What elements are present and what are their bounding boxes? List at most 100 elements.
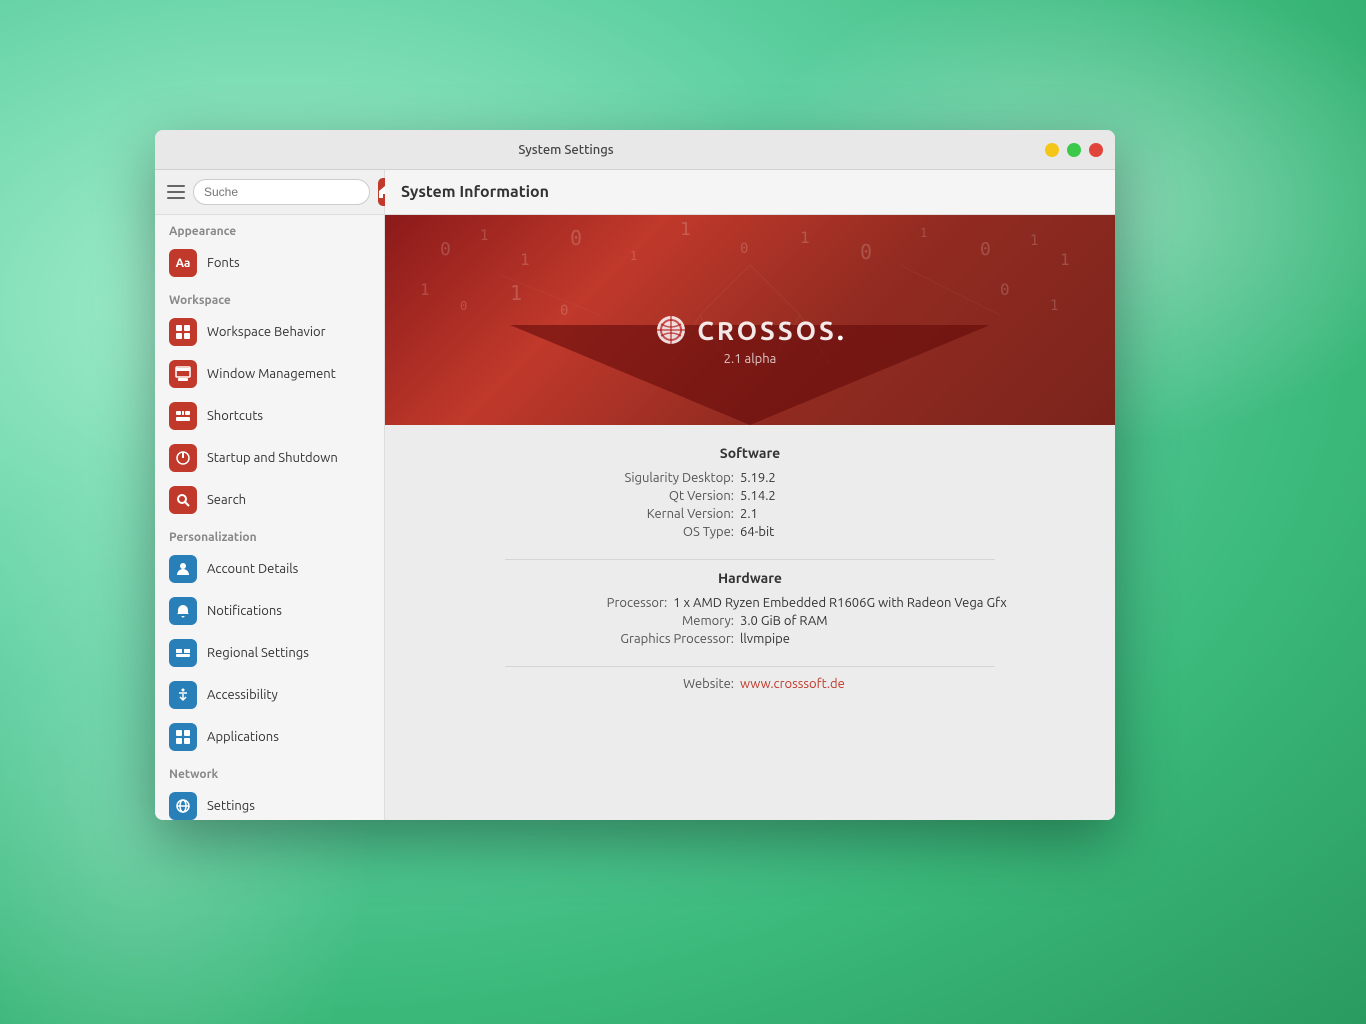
sidebar-item-account-details[interactable]: Account Details xyxy=(155,548,384,590)
software-value-1: 5.14.2 xyxy=(740,489,940,503)
website-label: Website: xyxy=(560,677,740,691)
section-label-appearance: Appearance xyxy=(155,215,384,242)
window-management-icon xyxy=(169,360,197,388)
main-content: Appearance Aa Fonts Workspace xyxy=(155,215,1115,820)
software-row-0: Sigularity Desktop: 5.19.2 xyxy=(445,471,1055,485)
sidebar-item-label-workspace-behavior: Workspace Behavior xyxy=(207,325,326,339)
section-label-workspace: Workspace xyxy=(155,284,384,311)
sidebar-item-label-fonts: Fonts xyxy=(207,256,240,270)
hero-logo-text: CROSSOS. xyxy=(697,315,844,346)
sidebar-item-label-network-settings: Settings xyxy=(207,799,255,813)
toolbar-row: System Information xyxy=(155,170,1115,215)
website-link[interactable]: www.crosssoft.de xyxy=(740,677,940,691)
svg-text:0: 0 xyxy=(440,239,451,260)
close-button[interactable] xyxy=(1089,143,1103,157)
software-label-0: Sigularity Desktop: xyxy=(560,471,740,485)
software-row-3: OS Type: 64-bit xyxy=(445,525,1055,539)
hero-version: 2.1 alpha xyxy=(655,352,844,366)
sidebar-item-label-regional-settings: Regional Settings xyxy=(207,646,309,660)
hardware-row-0: Processor: 1 x AMD Ryzen Embedded R1606G… xyxy=(445,596,1055,610)
sidebar-item-label-window-management: Window Management xyxy=(207,367,336,381)
svg-text:1: 1 xyxy=(1030,233,1038,249)
system-settings-window: System Settings System xyxy=(155,130,1115,820)
svg-text:0: 0 xyxy=(570,226,582,250)
sidebar-item-notifications[interactable]: Notifications xyxy=(155,590,384,632)
sidebar-item-startup-shutdown[interactable]: Startup and Shutdown xyxy=(155,437,384,479)
title-bar: System Settings xyxy=(155,130,1115,170)
maximize-button[interactable] xyxy=(1067,143,1081,157)
software-value-0: 5.19.2 xyxy=(740,471,940,485)
sidebar-item-workspace-behavior[interactable]: Workspace Behavior xyxy=(155,311,384,353)
svg-text:1: 1 xyxy=(520,250,530,269)
sidebar-item-applications[interactable]: Applications xyxy=(155,716,384,758)
sidebar-item-network-settings[interactable]: Settings xyxy=(155,785,384,820)
regional-settings-icon xyxy=(169,639,197,667)
window-title: System Settings xyxy=(155,143,1045,157)
svg-text:1: 1 xyxy=(510,281,522,305)
svg-text:1: 1 xyxy=(1060,250,1070,269)
minimize-button[interactable] xyxy=(1045,143,1059,157)
section-divider-2 xyxy=(505,666,995,667)
hardware-label-0: Processor: xyxy=(493,596,673,610)
sidebar-item-label-startup-shutdown: Startup and Shutdown xyxy=(207,451,338,465)
svg-text:0: 0 xyxy=(980,239,991,260)
hero-logo: CROSSOS. xyxy=(655,314,844,346)
panel-title: System Information xyxy=(401,183,549,201)
section-label-personalization: Personalization xyxy=(155,521,384,548)
applications-icon xyxy=(169,723,197,751)
workspace-behavior-icon xyxy=(169,318,197,346)
software-value-3: 64-bit xyxy=(740,525,940,539)
sidebar-item-window-management[interactable]: Window Management xyxy=(155,353,384,395)
sidebar-item-label-applications: Applications xyxy=(207,730,279,744)
svg-text:1: 1 xyxy=(800,228,810,247)
window-controls xyxy=(1045,143,1103,157)
svg-text:1: 1 xyxy=(1050,298,1058,314)
shortcuts-icon xyxy=(169,402,197,430)
sidebar-toolbar xyxy=(155,170,385,214)
hardware-value-0: 1 x AMD Ryzen Embedded R1606G with Radeo… xyxy=(673,596,1007,610)
svg-text:1: 1 xyxy=(680,219,691,240)
hardware-title: Hardware xyxy=(445,570,1055,586)
hamburger-menu-icon[interactable] xyxy=(167,180,185,204)
hardware-label-2: Graphics Processor: xyxy=(560,632,740,646)
svg-text:0: 0 xyxy=(460,299,467,313)
sidebar-item-label-search: Search xyxy=(207,493,246,507)
hero-banner: 0 1 1 0 1 1 0 1 0 1 0 1 1 1 0 1 0 xyxy=(385,215,1115,425)
sidebar-item-regional-settings[interactable]: Regional Settings xyxy=(155,632,384,674)
sidebar-item-label-shortcuts: Shortcuts xyxy=(207,409,263,423)
sidebar-item-search[interactable]: Search xyxy=(155,479,384,521)
sidebar-item-label-account-details: Account Details xyxy=(207,562,298,576)
website-row: Website: www.crosssoft.de xyxy=(445,677,1055,691)
section-label-network: Network xyxy=(155,758,384,785)
sidebar-item-label-accessibility: Accessibility xyxy=(207,688,278,702)
software-value-2: 2.1 xyxy=(740,507,940,521)
sidebar-item-accessibility[interactable]: Accessibility xyxy=(155,674,384,716)
search-icon xyxy=(169,486,197,514)
hardware-block: Hardware Processor: 1 x AMD Ryzen Embedd… xyxy=(445,570,1055,646)
section-divider-1 xyxy=(505,559,995,560)
accessibility-icon xyxy=(169,681,197,709)
info-section: Software Sigularity Desktop: 5.19.2 Qt V… xyxy=(385,425,1115,731)
sidebar-item-label-notifications: Notifications xyxy=(207,604,282,618)
svg-text:0: 0 xyxy=(740,241,748,257)
website-block: Website: www.crosssoft.de xyxy=(445,677,1055,691)
hardware-value-2: llvmpipe xyxy=(740,632,940,646)
startup-shutdown-icon xyxy=(169,444,197,472)
hardware-value-1: 3.0 GiB of RAM xyxy=(740,614,940,628)
svg-text:1: 1 xyxy=(480,228,488,244)
sidebar-item-fonts[interactable]: Aa Fonts xyxy=(155,242,384,284)
hero-logo-dot: . xyxy=(837,315,845,346)
search-input[interactable] xyxy=(193,179,370,205)
hardware-label-1: Memory: xyxy=(560,614,740,628)
account-details-icon xyxy=(169,555,197,583)
software-label-1: Qt Version: xyxy=(560,489,740,503)
fonts-icon: Aa xyxy=(169,249,197,277)
software-row-1: Qt Version: 5.14.2 xyxy=(445,489,1055,503)
software-block: Software Sigularity Desktop: 5.19.2 Qt V… xyxy=(445,445,1055,539)
content-toolbar: System Information xyxy=(385,170,1115,214)
sidebar-item-shortcuts[interactable]: Shortcuts xyxy=(155,395,384,437)
notifications-icon xyxy=(169,597,197,625)
svg-text:1: 1 xyxy=(920,226,927,240)
software-label-3: OS Type: xyxy=(560,525,740,539)
svg-text:0: 0 xyxy=(1000,280,1010,299)
